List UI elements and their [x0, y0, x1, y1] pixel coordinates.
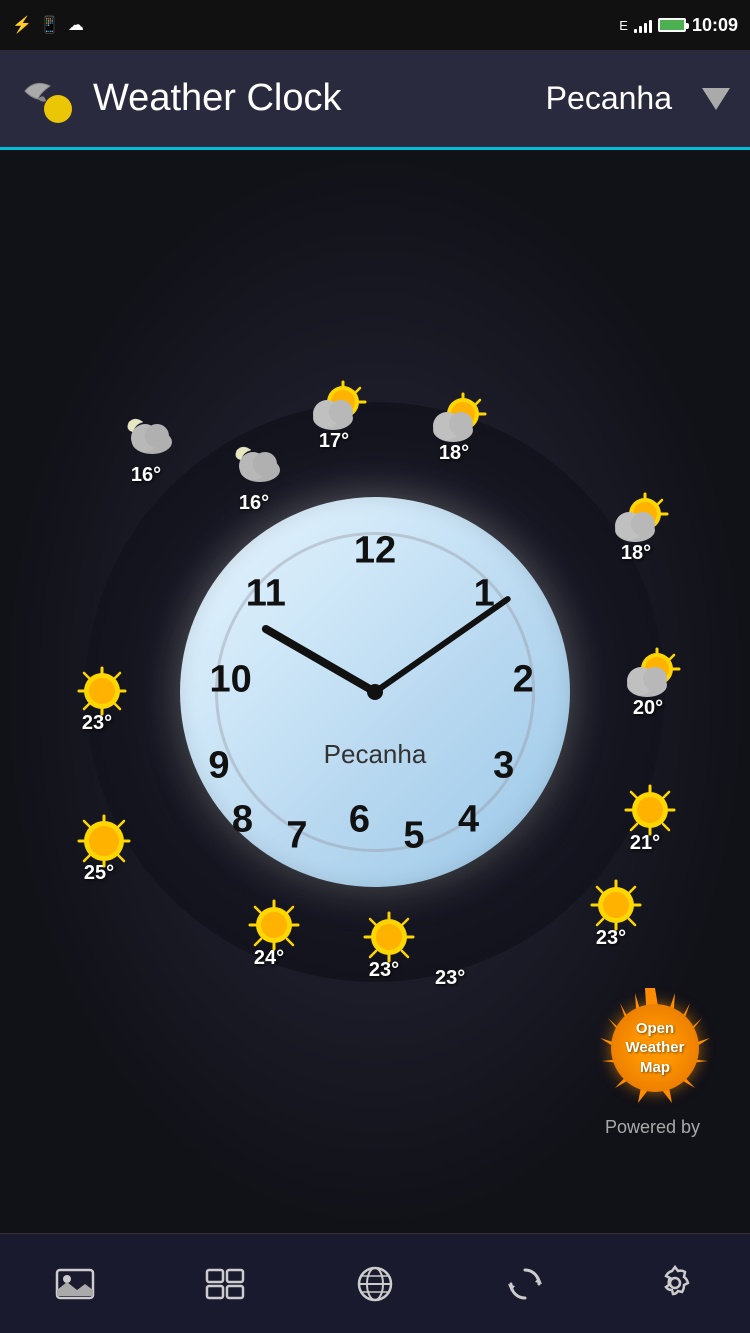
- owm-button[interactable]: Open Weather Map: [590, 983, 720, 1113]
- app-header: Weather Clock Pecanha: [0, 50, 750, 150]
- nav-globe[interactable]: [335, 1254, 415, 1314]
- powered-by-text: Powered by: [605, 1117, 700, 1138]
- temp-top-left-far: 16°: [131, 464, 161, 487]
- weather-item-top-left[interactable]: 16°: [225, 442, 283, 515]
- sim-icon: 📱: [40, 15, 60, 35]
- app-title: Weather Clock: [93, 77, 546, 120]
- header-city: Pecanha: [546, 80, 672, 117]
- clock-container: 16° 16°: [65, 352, 685, 1032]
- night-cloud-icon-2: [225, 442, 283, 490]
- signal-bars: [634, 17, 652, 33]
- main-content: 16° 16°: [0, 150, 750, 1233]
- cloudy-sun-icon-right: [619, 647, 677, 695]
- globe-icon: [356, 1265, 394, 1303]
- status-bar: ⚡ 📱 ☁ E 10:09: [0, 0, 750, 50]
- settings-icon: [656, 1265, 694, 1303]
- battery-icon: [658, 18, 686, 32]
- sun-icon-left: [73, 662, 121, 710]
- status-right: E 10:09: [619, 15, 738, 36]
- sun-icon-bot-right: [587, 877, 635, 925]
- sun-icon-bottom: [360, 909, 408, 957]
- app-logo: [20, 71, 75, 126]
- owm-sun-body[interactable]: Open Weather Map: [611, 1004, 699, 1092]
- dropdown-arrow-icon[interactable]: [702, 88, 730, 110]
- status-left: ⚡ 📱 ☁: [12, 15, 84, 35]
- sun-icon-bottom-left: [245, 897, 293, 945]
- clock-num-4: 4: [458, 799, 479, 842]
- nav-refresh[interactable]: [485, 1254, 565, 1314]
- temp-top-left: 16°: [239, 492, 269, 515]
- clock-face[interactable]: 12 1 2 3 4 5 6 7 8 9 10 11 Pecanha: [180, 497, 570, 887]
- weather-item-top-right[interactable]: 18°: [425, 392, 483, 465]
- network-type: E: [619, 18, 628, 33]
- clock-center-dot: [367, 684, 383, 700]
- widgets-icon: [205, 1268, 245, 1300]
- sun-icon-left-bot: [75, 812, 123, 860]
- weather-item-bottom-left[interactable]: 24°: [245, 897, 293, 970]
- clock-city-label: Pecanha: [180, 739, 570, 770]
- cloudy-sun-icon-right-top: [607, 492, 665, 540]
- weather-item-top-left-far[interactable]: 16°: [117, 414, 175, 487]
- weather-item-right[interactable]: 20°: [619, 647, 677, 720]
- weather-item-left[interactable]: 23°: [73, 662, 121, 735]
- cloudy-sun-icon-top-right: [425, 392, 483, 440]
- temp-bottom-right-label: 23°: [435, 967, 465, 990]
- weather-item-left-bot[interactable]: 25°: [75, 812, 123, 885]
- clock-num-12: 12: [354, 530, 396, 573]
- weather-item-bottom[interactable]: 23°: [360, 909, 408, 982]
- clock-num-7: 7: [286, 814, 307, 857]
- owm-button-label: Open Weather Map: [626, 1019, 685, 1078]
- weather-item-right-top[interactable]: 18°: [607, 492, 665, 565]
- refresh-icon: [506, 1265, 544, 1303]
- nav-settings[interactable]: [635, 1254, 715, 1314]
- sun-icon-right-bot: [621, 782, 669, 830]
- weather-item-right-bot[interactable]: 21°: [621, 782, 669, 855]
- bottom-nav: [0, 1233, 750, 1333]
- sun-button[interactable]: Open Weather Map: [590, 983, 720, 1113]
- clock-num-8: 8: [232, 799, 253, 842]
- clock-num-6: 6: [349, 799, 370, 842]
- weather-item-bot-right[interactable]: 23°: [587, 877, 635, 950]
- usb-icon: ⚡: [12, 15, 32, 35]
- nav-wallpaper[interactable]: [35, 1254, 115, 1314]
- nav-widgets[interactable]: [185, 1254, 265, 1314]
- wallpaper-icon: [55, 1268, 95, 1300]
- notification-icon: ☁: [68, 15, 84, 35]
- clock-num-5: 5: [403, 814, 424, 857]
- weather-item-top[interactable]: 17°: [305, 380, 363, 453]
- cloudy-sun-icon-top: [305, 380, 363, 428]
- clock-num-2: 2: [513, 658, 534, 701]
- night-cloud-icon-1: [117, 414, 175, 462]
- clock-num-10: 10: [210, 658, 252, 701]
- clock-num-11: 11: [246, 573, 286, 616]
- clock-time: 10:09: [692, 15, 738, 36]
